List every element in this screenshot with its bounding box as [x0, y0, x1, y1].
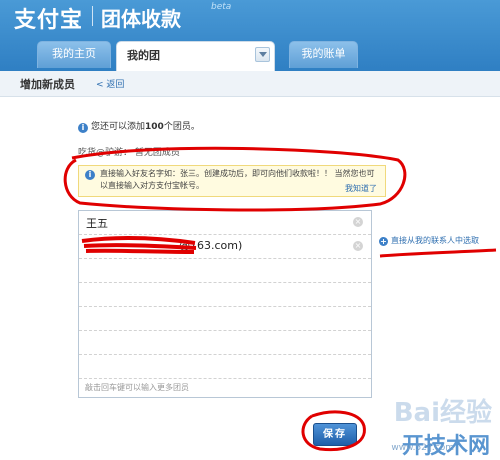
member-input-row[interactable] — [79, 331, 371, 355]
save-button[interactable]: 保存 — [313, 423, 357, 446]
tab-my-bills[interactable]: 我的账单 — [289, 41, 358, 68]
member-input-value[interactable]: 王五 — [86, 215, 108, 231]
tab-my-group[interactable]: 我的团 — [116, 41, 275, 72]
product-title: 团体收款 — [101, 7, 181, 31]
member-input-row[interactable] — [79, 259, 371, 283]
page-title: 增加新成员 — [20, 78, 75, 91]
clear-icon[interactable]: × — [353, 217, 363, 227]
tip-box: i 直接输入好友名字如：张三。创建成功后，即可向他们收款啦！！ 当然您也可以直接… — [78, 165, 386, 197]
list-hint: 敲击回车键可以输入更多团员 — [85, 383, 189, 392]
member-input-list: 王五 × @163.com) × 敲击回车键可以输入更多团员 — [78, 210, 372, 398]
tab-my-home[interactable]: 我的主页 — [37, 41, 111, 68]
info-icon: i — [85, 170, 95, 180]
member-input-row[interactable] — [79, 355, 371, 379]
member-quota-info: i 您还可以添加100个团员。 — [78, 119, 200, 133]
add-icon: + — [379, 237, 388, 246]
member-input-row[interactable] — [79, 283, 371, 307]
top-header: 支付宝 团体收款 beta 我的主页 我的团 我的账单 — [0, 0, 500, 72]
tip-dismiss-link[interactable]: 我知道了 — [345, 183, 377, 194]
section-header: 增加新成员 < 返回 — [0, 71, 500, 97]
chevron-down-icon[interactable] — [255, 47, 270, 62]
tab-label: 我的团 — [127, 49, 160, 62]
quota-count: 100 — [145, 122, 164, 132]
member-input-row[interactable]: @163.com) × — [79, 235, 371, 259]
annotation-underline-contacts — [379, 248, 497, 258]
info-icon: i — [78, 123, 88, 133]
site-url-watermark: www.52ij.com — [391, 443, 454, 453]
pick-contacts-label: 直接从我的联系人中选取 — [391, 236, 479, 245]
group-members-status: 吃货@驴游： 暂无团成员 — [78, 148, 180, 158]
member-input-value[interactable]: @163.com) — [179, 239, 242, 252]
beta-badge: beta — [211, 2, 232, 12]
member-input-row[interactable]: 王五 × — [79, 211, 371, 235]
member-input-row[interactable] — [79, 307, 371, 331]
tip-text: 直接输入好友名字如：张三。创建成功后，即可向他们收款啦！！ 当然您也可以直接输入… — [100, 169, 375, 190]
quota-prefix: 您还可以添加 — [91, 122, 146, 132]
tab-label: 我的账单 — [301, 47, 346, 60]
header-divider — [92, 6, 93, 26]
pick-from-contacts-link[interactable]: + 直接从我的联系人中选取 — [379, 235, 479, 246]
quota-suffix: 个团员。 — [163, 122, 200, 132]
clear-icon[interactable]: × — [353, 241, 363, 251]
baidu-watermark: Bai经验 — [393, 398, 492, 428]
tab-label: 我的主页 — [52, 47, 96, 60]
back-link[interactable]: < 返回 — [96, 77, 124, 90]
alipay-logo[interactable]: 支付宝 — [14, 2, 83, 34]
